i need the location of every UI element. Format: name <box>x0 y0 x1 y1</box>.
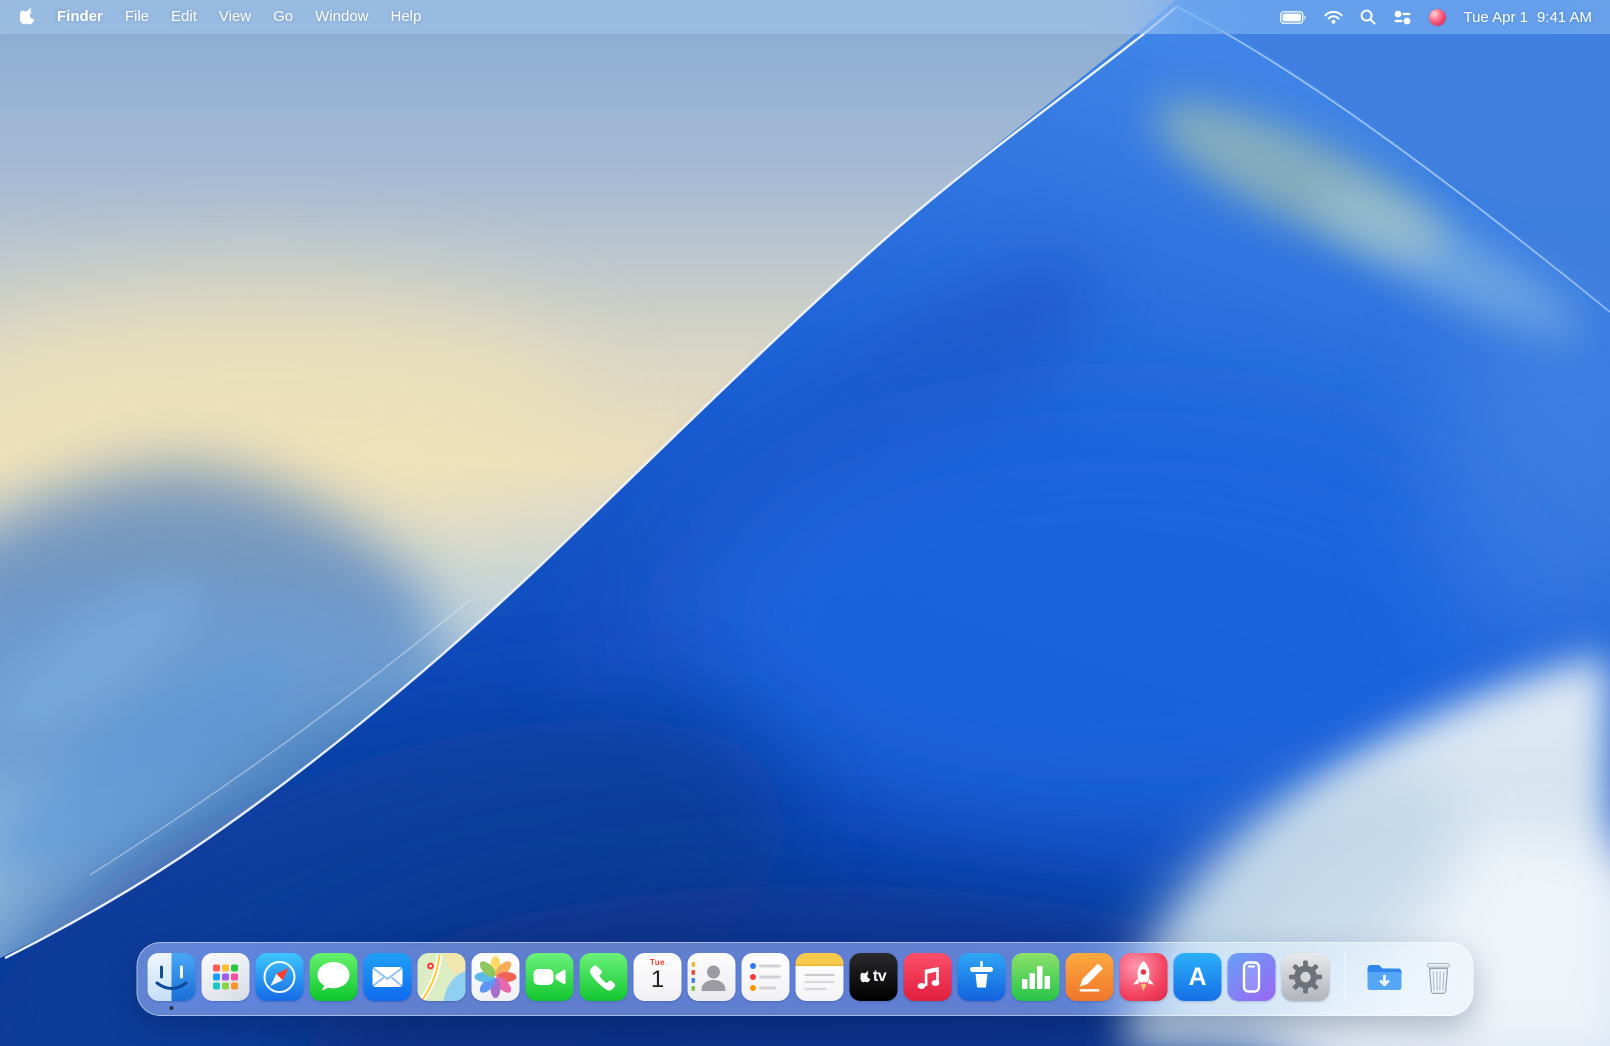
maps-icon <box>417 953 466 1001</box>
dock-item-facetime[interactable] <box>525 953 574 1001</box>
facetime-icon <box>525 953 574 1001</box>
dock-item-mail[interactable] <box>363 953 412 1001</box>
menu-bar: Finder File Edit View Go Window Help Tue… <box>0 0 1610 34</box>
dock-item-safari[interactable] <box>255 953 304 1001</box>
desktop-wallpaper <box>0 0 1610 1046</box>
dock-item-music[interactable] <box>903 953 952 1001</box>
spotlight-search-icon[interactable] <box>1360 9 1377 25</box>
dock-item-contacts[interactable] <box>687 953 736 1001</box>
apple-logo-small-icon <box>860 970 871 982</box>
menu-app-finder[interactable]: Finder <box>46 0 114 34</box>
dock-item-calendar[interactable]: Tue 1 <box>633 953 682 1001</box>
reminders-icon <box>741 953 790 1001</box>
dock-item-pages[interactable] <box>1065 953 1114 1001</box>
dock-item-messages[interactable] <box>309 953 358 1001</box>
dock-item-keynote[interactable] <box>957 953 1006 1001</box>
calendar-icon: Tue 1 <box>633 953 682 1001</box>
control-center-icon[interactable] <box>1393 10 1412 25</box>
dock-item-system-settings[interactable] <box>1281 953 1330 1001</box>
notes-icon <box>795 953 844 1001</box>
desktop[interactable]: Finder File Edit View Go Window Help Tue… <box>0 0 1610 1046</box>
downloads-folder-icon <box>1361 953 1409 1001</box>
menu-go[interactable]: Go <box>262 0 304 34</box>
rocket-icon <box>1119 953 1168 1001</box>
apple-logo-icon <box>20 7 35 24</box>
siri-icon[interactable] <box>1429 8 1447 26</box>
wifi-icon[interactable] <box>1324 10 1344 24</box>
pages-icon <box>1065 953 1114 1001</box>
numbers-icon <box>1011 953 1060 1001</box>
app-store-icon: A <box>1173 953 1222 1001</box>
calendar-day: 1 <box>650 966 665 993</box>
menu-edit[interactable]: Edit <box>160 0 208 34</box>
dock-item-iphone-mirroring[interactable] <box>1227 953 1276 1001</box>
finder-icon <box>147 953 196 1001</box>
clock-date: Tue Apr 1 <box>1463 8 1528 26</box>
menu-window[interactable]: Window <box>304 0 379 34</box>
dock-item-notes[interactable] <box>795 953 844 1001</box>
messages-icon <box>309 953 358 1001</box>
running-indicator-dot <box>169 1006 174 1010</box>
iphone-mirroring-icon <box>1227 953 1276 1001</box>
dock-item-numbers[interactable] <box>1011 953 1060 1001</box>
menu-help[interactable]: Help <box>380 0 433 34</box>
photos-icon <box>471 953 520 1001</box>
trash-icon <box>1415 953 1463 1001</box>
dock: Tue 1 tv A <box>136 942 1474 1016</box>
dock-item-tv[interactable]: tv <box>849 953 898 1001</box>
menu-clock[interactable]: Tue Apr 1 9:41 AM <box>1463 9 1592 26</box>
tv-label: tv <box>872 968 887 985</box>
music-icon <box>903 953 952 1001</box>
dock-item-trash[interactable] <box>1415 953 1463 1001</box>
clock-time: 9:41 AM <box>1536 8 1592 26</box>
app-store-letter: A <box>1188 962 1207 991</box>
menu-file[interactable]: File <box>114 0 160 34</box>
tv-icon: tv <box>849 953 898 1001</box>
launchpad-icon <box>201 953 250 1001</box>
battery-icon[interactable] <box>1280 10 1307 24</box>
dock-item-reminders[interactable] <box>741 953 790 1001</box>
dock-item-maps[interactable] <box>417 953 466 1001</box>
dock-item-phone[interactable] <box>579 953 628 1001</box>
keynote-icon <box>957 953 1006 1001</box>
dock-item-finder[interactable] <box>147 953 196 1010</box>
dock-separator <box>1344 952 1346 1002</box>
menu-view[interactable]: View <box>208 0 262 34</box>
phone-icon <box>579 953 628 1001</box>
dock-item-rocket[interactable] <box>1119 953 1168 1001</box>
safari-icon <box>255 953 304 1001</box>
dock-item-app-store[interactable]: A <box>1173 953 1222 1001</box>
system-settings-gear-icon <box>1281 953 1330 1001</box>
contacts-icon <box>687 953 736 1001</box>
apple-menu[interactable] <box>18 7 46 27</box>
dock-item-downloads[interactable] <box>1361 953 1409 1001</box>
dock-item-photos[interactable] <box>471 953 520 1001</box>
dock-item-launchpad[interactable] <box>201 953 250 1001</box>
mail-icon <box>363 953 412 1001</box>
